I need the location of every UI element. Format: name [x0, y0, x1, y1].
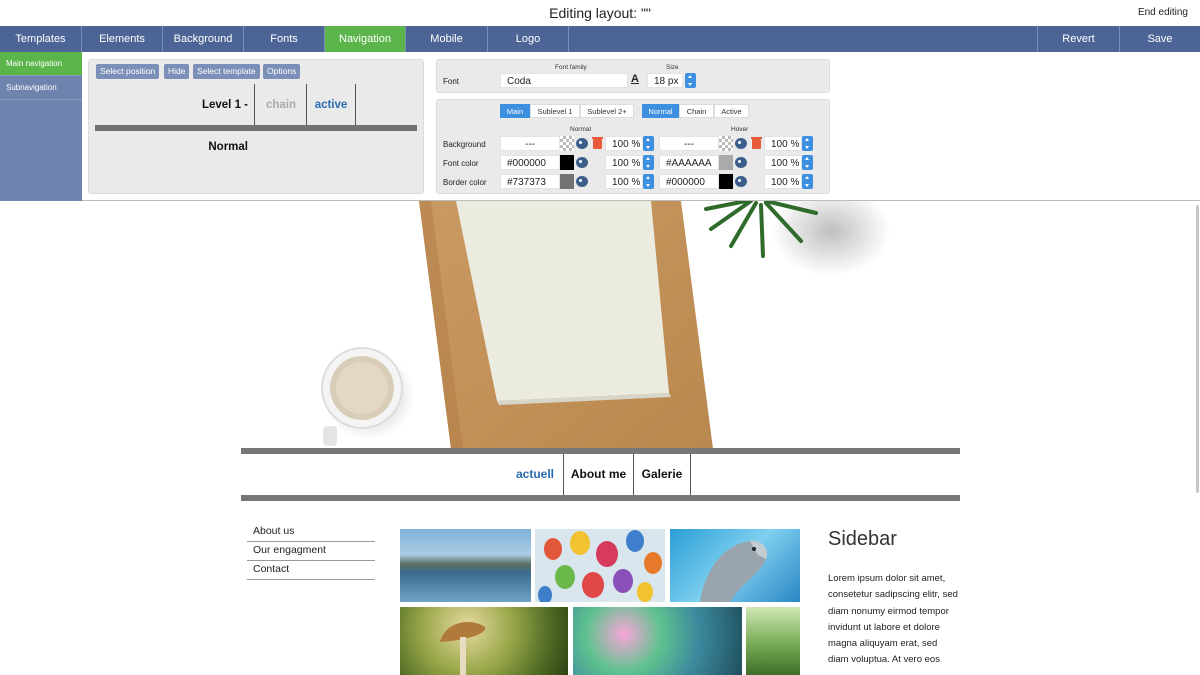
- page-scrollbar[interactable]: [1196, 205, 1199, 493]
- sidebar-title: Sidebar: [828, 528, 897, 550]
- dolphin-illustration: [700, 540, 768, 602]
- opacity-stepper[interactable]: [643, 136, 654, 151]
- normal-column-header: Normal: [570, 126, 591, 133]
- preview-border-line: [95, 125, 417, 131]
- end-editing-button[interactable]: End editing: [1138, 7, 1188, 18]
- save-button[interactable]: Save: [1119, 26, 1200, 52]
- trash-icon[interactable]: [751, 137, 762, 149]
- editor-toolbar: Templates Elements Background Fonts Navi…: [0, 26, 1200, 52]
- palette-icon[interactable]: [735, 157, 747, 168]
- font-color-hover-opacity[interactable]: 100 %: [764, 155, 802, 170]
- gallery-photo-balloons[interactable]: [535, 529, 665, 602]
- sidebar-item-subnavigation[interactable]: Subnavigation: [0, 76, 82, 100]
- opacity-stepper[interactable]: [802, 155, 813, 170]
- site-nav-item-actuell[interactable]: actuell: [507, 454, 564, 495]
- sidebar-text: Lorem ipsum dolor sit amet, consetetur s…: [828, 573, 958, 666]
- font-family-label: Font family: [555, 64, 587, 71]
- select-template-button[interactable]: Select template: [193, 64, 260, 79]
- preview-item-chain: chain: [256, 84, 307, 126]
- subnav-item-about-us[interactable]: About us: [247, 523, 375, 542]
- border-color-normal-opacity[interactable]: 100 %: [605, 174, 643, 189]
- gallery-photo-mushroom[interactable]: [400, 607, 568, 675]
- tab-templates[interactable]: Templates: [0, 26, 82, 52]
- opacity-stepper[interactable]: [802, 174, 813, 189]
- gallery-photo-dolphin[interactable]: [670, 529, 800, 602]
- site-nav-bottom-border: [241, 495, 960, 501]
- subnav-item-contact[interactable]: Contact: [247, 561, 375, 580]
- navigation-sidebar: Main navigation Subnavigation: [0, 52, 82, 201]
- balloons-illustration: [538, 530, 662, 602]
- palette-icon[interactable]: [576, 176, 588, 187]
- font-color-hover-value[interactable]: #AAAAAA: [659, 155, 719, 170]
- tab-fonts[interactable]: Fonts: [244, 26, 325, 52]
- tab-elements[interactable]: Elements: [82, 26, 163, 52]
- font-style-icon[interactable]: A: [631, 73, 641, 88]
- hero-illustration: [321, 201, 891, 449]
- select-position-button[interactable]: Select position: [96, 64, 160, 79]
- font-color-normal-value[interactable]: #000000: [500, 155, 560, 170]
- font-settings-box: Font family Size Font Coda A 18 px: [436, 59, 830, 93]
- level-tab-main[interactable]: Main: [500, 104, 530, 118]
- mushroom-illustration: [440, 622, 486, 675]
- editor-panel: Select position Hide Select template Opt…: [82, 52, 1200, 201]
- state-tab-normal[interactable]: Normal: [642, 104, 679, 118]
- border-color-label: Border color: [443, 178, 487, 187]
- preview-item-active: active: [307, 84, 356, 126]
- font-family-select[interactable]: Coda: [500, 73, 628, 88]
- font-color-hover-swatch[interactable]: [719, 155, 733, 170]
- title-bar: Editing layout: "" End editing: [0, 0, 1200, 26]
- tab-background[interactable]: Background: [163, 26, 244, 52]
- border-color-hover-value[interactable]: #000000: [659, 174, 719, 189]
- options-button[interactable]: Options: [263, 64, 301, 79]
- opacity-stepper[interactable]: [643, 155, 654, 170]
- palette-icon[interactable]: [576, 157, 588, 168]
- font-color-normal-swatch[interactable]: [560, 155, 574, 170]
- revert-button[interactable]: Revert: [1037, 26, 1119, 52]
- subnav-item-our-engagment[interactable]: Our engagment: [247, 542, 375, 561]
- preview-item-normal: Level 1 - Normal: [161, 84, 255, 153]
- font-size-stepper[interactable]: [685, 73, 696, 88]
- background-hover-value[interactable]: ---: [659, 136, 719, 151]
- opacity-stepper[interactable]: [802, 136, 813, 151]
- hero-image: [241, 201, 960, 449]
- background-normal-value[interactable]: ---: [500, 136, 560, 151]
- font-color-normal-opacity[interactable]: 100 %: [605, 155, 643, 170]
- level-tab-sublevel-2[interactable]: Sublevel 2+: [580, 104, 634, 118]
- palette-icon[interactable]: [735, 176, 747, 187]
- background-normal-swatch[interactable]: [560, 136, 574, 151]
- gallery-photo-trees[interactable]: [746, 607, 800, 675]
- background-hover-swatch[interactable]: [719, 136, 733, 151]
- font-label: Font: [443, 77, 460, 86]
- border-color-normal-swatch[interactable]: [560, 174, 574, 189]
- border-color-hover-opacity[interactable]: 100 %: [764, 174, 802, 189]
- hide-button[interactable]: Hide: [164, 64, 190, 79]
- state-tab-chain[interactable]: Chain: [679, 104, 714, 118]
- hover-column-header: Hover: [731, 126, 749, 133]
- border-color-hover-swatch[interactable]: [719, 174, 733, 189]
- level-tab-sublevel-1[interactable]: Sublevel 1: [530, 104, 580, 118]
- layout-title: Editing layout: "": [549, 5, 651, 21]
- opacity-stepper[interactable]: [643, 174, 654, 189]
- palette-icon[interactable]: [576, 138, 588, 149]
- size-label: Size: [666, 64, 679, 71]
- palette-icon[interactable]: [735, 138, 747, 149]
- site-nav-item-galerie[interactable]: Galerie: [634, 454, 691, 495]
- background-hover-opacity[interactable]: 100 %: [764, 136, 802, 151]
- tab-mobile[interactable]: Mobile: [406, 26, 488, 52]
- background-label: Background: [443, 140, 486, 149]
- state-tab-active[interactable]: Active: [714, 104, 749, 118]
- gallery-photo-bokeh[interactable]: [573, 607, 742, 675]
- background-normal-opacity[interactable]: 100 %: [605, 136, 643, 151]
- site-nav-item-about-me[interactable]: About me: [564, 454, 634, 495]
- gallery-photo-lake[interactable]: [400, 529, 531, 602]
- font-color-label: Font color: [443, 159, 479, 168]
- trash-icon[interactable]: [592, 137, 603, 149]
- sidebar-item-main-navigation[interactable]: Main navigation: [0, 52, 82, 76]
- font-size-field[interactable]: 18 px: [647, 73, 683, 88]
- tab-navigation[interactable]: Navigation: [325, 26, 406, 52]
- tab-logo[interactable]: Logo: [488, 26, 569, 52]
- color-settings-box: Main Sublevel 1 Sublevel 2+ Normal Chain…: [436, 99, 830, 194]
- border-color-normal-value[interactable]: #737373: [500, 174, 560, 189]
- navigation-preview-box: Select position Hide Select template Opt…: [88, 59, 424, 194]
